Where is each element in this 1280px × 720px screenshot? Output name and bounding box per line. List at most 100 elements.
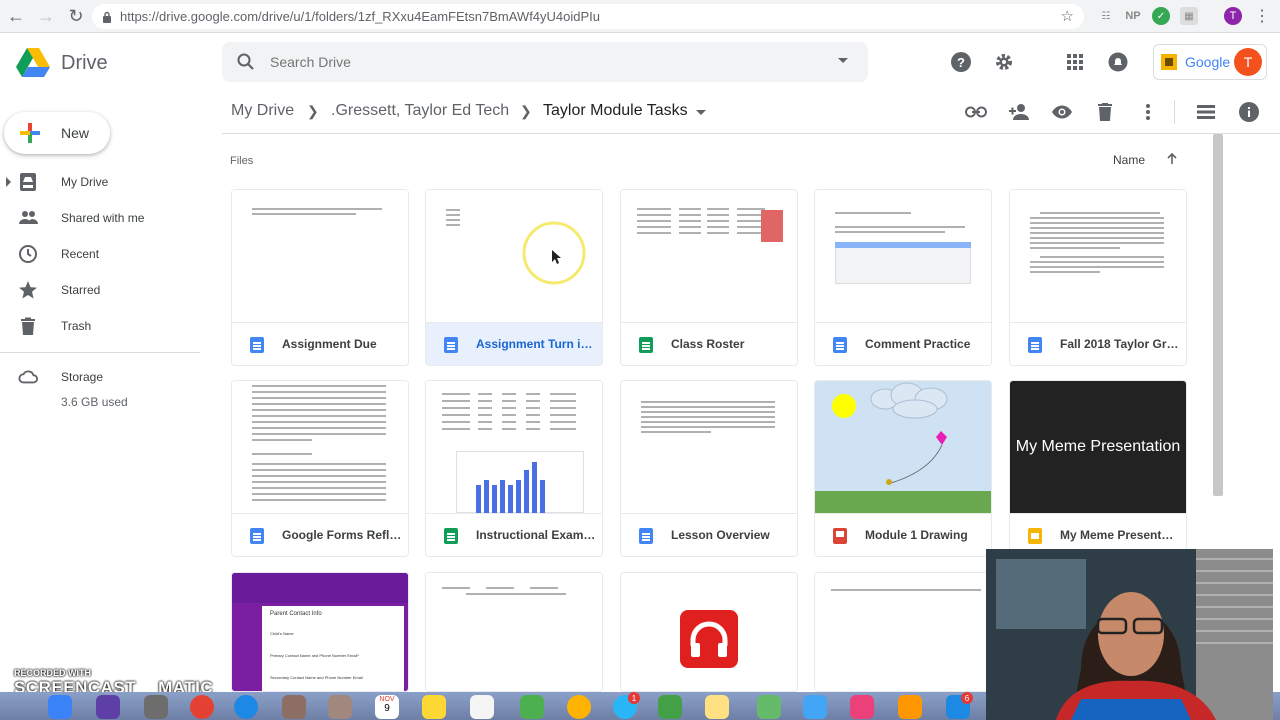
- photo-app-icon[interactable]: [282, 695, 306, 719]
- file-thumbnail: [426, 381, 602, 513]
- organization-logo-icon: [1161, 54, 1177, 70]
- sidebar-item-starred[interactable]: Starred: [0, 274, 200, 306]
- google-slides-icon: [1028, 528, 1042, 544]
- maps-icon[interactable]: [520, 695, 544, 719]
- file-card[interactable]: [620, 572, 798, 692]
- file-card[interactable]: Google Forms Refle...: [231, 380, 409, 557]
- sidebar-item-label: Shared with me: [61, 211, 145, 225]
- breadcrumb-parent-folder[interactable]: .Gressett, Taylor Ed Tech: [331, 102, 509, 120]
- file-card-footer: Assignment Turn in ...: [426, 322, 602, 365]
- google-docs-icon: [1028, 337, 1042, 353]
- browser-menu-icon[interactable]: ⋮: [1254, 6, 1270, 26]
- reload-icon[interactable]: ↻: [62, 2, 90, 30]
- sort-by-name[interactable]: Name: [1113, 153, 1145, 167]
- form-field-label: Secondary Contact Name and Phone Number …: [270, 675, 363, 680]
- breadcrumb-current-folder[interactable]: Taylor Module Tasks: [543, 102, 688, 120]
- notifications-bell-icon[interactable]: [1106, 50, 1130, 74]
- finder-icon[interactable]: [48, 695, 72, 719]
- file-card[interactable]: Fall 2018 Taylor Gre...: [1009, 189, 1187, 366]
- keynote-icon[interactable]: [803, 695, 827, 719]
- webcam-overlay: [986, 549, 1273, 720]
- sidebar-item-my-drive[interactable]: My Drive: [0, 166, 200, 198]
- google-sheets-icon: [444, 528, 458, 544]
- notes-icon[interactable]: [422, 695, 446, 719]
- browser-profile-avatar[interactable]: T: [1224, 7, 1242, 25]
- sidebar-item-trash[interactable]: Trash: [0, 310, 200, 342]
- extension-np-icon[interactable]: NP: [1124, 7, 1142, 25]
- photos-icon[interactable]: [567, 695, 591, 719]
- details-info-icon[interactable]: [1237, 100, 1261, 124]
- file-thumbnail: [426, 190, 602, 322]
- itunes-icon[interactable]: [850, 695, 874, 719]
- sidebar-item-label: My Drive: [61, 175, 109, 189]
- help-icon[interactable]: ?: [949, 50, 973, 74]
- user-avatar[interactable]: T: [1234, 48, 1262, 76]
- app-store-icon[interactable]: 6: [946, 692, 973, 719]
- breadcrumb-my-drive[interactable]: My Drive: [231, 102, 294, 120]
- file-card[interactable]: My Meme Presentation My Meme Presentat..…: [1009, 380, 1187, 557]
- file-card[interactable]: [425, 572, 603, 692]
- file-card[interactable]: Lesson Overview: [620, 380, 798, 557]
- sidebar-item-label: Trash: [61, 319, 92, 333]
- extension-icon[interactable]: ☷: [1097, 7, 1115, 25]
- file-card[interactable]: Parent Contact Info Child's Name Primary…: [231, 572, 409, 692]
- more-actions-icon[interactable]: [1136, 100, 1160, 124]
- facetime-icon[interactable]: [658, 695, 682, 719]
- books-icon[interactable]: [898, 695, 922, 719]
- messages-icon[interactable]: 1: [613, 692, 640, 719]
- file-card[interactable]: Class Roster: [620, 189, 798, 366]
- siri-icon[interactable]: [96, 695, 120, 719]
- settings-gear-icon[interactable]: [992, 50, 1016, 74]
- delete-trash-icon[interactable]: [1093, 100, 1117, 124]
- share-add-person-icon[interactable]: [1007, 100, 1031, 124]
- extension-square-icon[interactable]: ▦: [1180, 7, 1198, 25]
- extension-green-icon[interactable]: ✓: [1152, 7, 1170, 25]
- storage-used-text: 3.6 GB used: [61, 395, 128, 409]
- account-brand-button[interactable]: Google T: [1153, 44, 1267, 80]
- content-scrollbar[interactable]: [1213, 134, 1223, 496]
- file-name: Assignment Turn in ...: [476, 337, 596, 351]
- bookmark-star-icon[interactable]: ☆: [1061, 7, 1074, 25]
- preview-eye-icon[interactable]: [1050, 100, 1074, 124]
- file-card[interactable]: Module 1 Drawing: [814, 380, 992, 557]
- file-card[interactable]: Assignment Due: [231, 189, 409, 366]
- reminders-icon[interactable]: [470, 695, 494, 719]
- safari-icon[interactable]: [234, 695, 258, 719]
- cursor-highlight-circle: [522, 221, 586, 285]
- sidebar-item-recent[interactable]: Recent: [0, 238, 200, 270]
- drive-logo-icon[interactable]: [16, 48, 50, 78]
- get-link-icon[interactable]: [964, 100, 988, 124]
- file-thumbnail: [1010, 190, 1186, 322]
- file-card[interactable]: [814, 572, 992, 692]
- file-card-footer: Google Forms Refle...: [232, 513, 408, 556]
- toolbar-bottom-border: [222, 133, 1280, 134]
- apps-grid-icon[interactable]: [1063, 50, 1087, 74]
- search-bar[interactable]: [222, 42, 868, 82]
- address-bar[interactable]: https://drive.google.com/drive/u/1/folde…: [92, 4, 1084, 29]
- new-button[interactable]: New: [4, 112, 110, 154]
- calendar-icon[interactable]: NOV 9: [375, 695, 399, 719]
- google-drawings-icon: [833, 528, 847, 544]
- chrome-icon[interactable]: [190, 695, 214, 719]
- pages-icon[interactable]: [705, 695, 729, 719]
- search-options-icon[interactable]: [838, 58, 848, 63]
- contacts-icon[interactable]: [328, 695, 352, 719]
- file-card[interactable]: Comment Practice: [814, 189, 992, 366]
- recorded-with-text: RECORDED WITH: [14, 668, 91, 678]
- sort-ascending-arrow-icon[interactable]: [1166, 153, 1178, 165]
- file-card[interactable]: Assignment Turn in ...: [425, 189, 603, 366]
- search-input[interactable]: [270, 54, 810, 70]
- file-card-footer: Comment Practice: [815, 322, 991, 365]
- launchpad-icon[interactable]: [144, 695, 168, 719]
- list-view-icon[interactable]: [1194, 100, 1218, 124]
- search-icon[interactable]: [236, 52, 256, 72]
- expand-arrow-icon[interactable]: [6, 177, 11, 187]
- file-card[interactable]: Instructional Exampl...: [425, 380, 603, 557]
- back-icon[interactable]: ←: [2, 2, 30, 30]
- numbers-icon[interactable]: [757, 695, 781, 719]
- forward-icon[interactable]: →: [32, 2, 60, 30]
- sidebar-item-shared-with-me[interactable]: Shared with me: [0, 202, 200, 234]
- sidebar-item-storage[interactable]: Storage: [0, 361, 200, 393]
- folder-menu-caret-icon[interactable]: [696, 110, 706, 115]
- file-thumbnail: [232, 190, 408, 322]
